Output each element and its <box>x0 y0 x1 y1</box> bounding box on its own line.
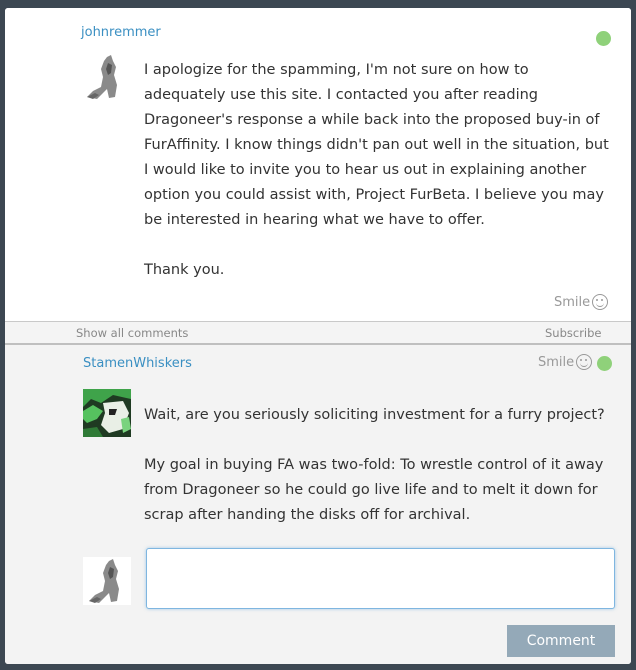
post-message: I apologize for the spamming, I'm not su… <box>144 62 609 278</box>
post-smile-reaction[interactable]: Smile <box>554 294 609 310</box>
wolf-avatar-icon <box>83 557 131 605</box>
comments-toolbar: Show all comments Subscribe <box>5 321 631 345</box>
comment-input[interactable] <box>146 548 615 609</box>
smile-icon <box>576 354 593 370</box>
reply-comment: StamenWhiskers Smile Wait, are you serio… <box>5 345 631 664</box>
comment-submit-button[interactable]: Comment <box>507 625 615 657</box>
smile-label: Smile <box>554 294 591 310</box>
original-post: johnremmer I apologize for the spamming,… <box>5 8 631 321</box>
smile-label: Smile <box>538 354 575 370</box>
reply-author-avatar[interactable] <box>83 389 131 437</box>
online-status-icon <box>597 356 612 371</box>
smile-icon <box>592 294 609 310</box>
wolf-avatar-icon <box>81 53 129 101</box>
post-author-link[interactable]: johnremmer <box>81 25 161 40</box>
composer-avatar <box>83 557 131 605</box>
post-author-avatar[interactable] <box>81 53 129 101</box>
reply-author-link[interactable]: StamenWhiskers <box>83 356 192 371</box>
online-status-icon <box>596 31 611 46</box>
green-character-avatar-icon <box>83 389 131 437</box>
subscribe-link[interactable]: Subscribe <box>545 326 602 340</box>
show-all-comments-link[interactable]: Show all comments <box>76 326 188 340</box>
reply-message: Wait, are you seriously soliciting inves… <box>144 407 605 523</box>
conversation-card: johnremmer I apologize for the spamming,… <box>5 8 631 664</box>
reply-smile-reaction[interactable]: Smile <box>538 354 593 370</box>
